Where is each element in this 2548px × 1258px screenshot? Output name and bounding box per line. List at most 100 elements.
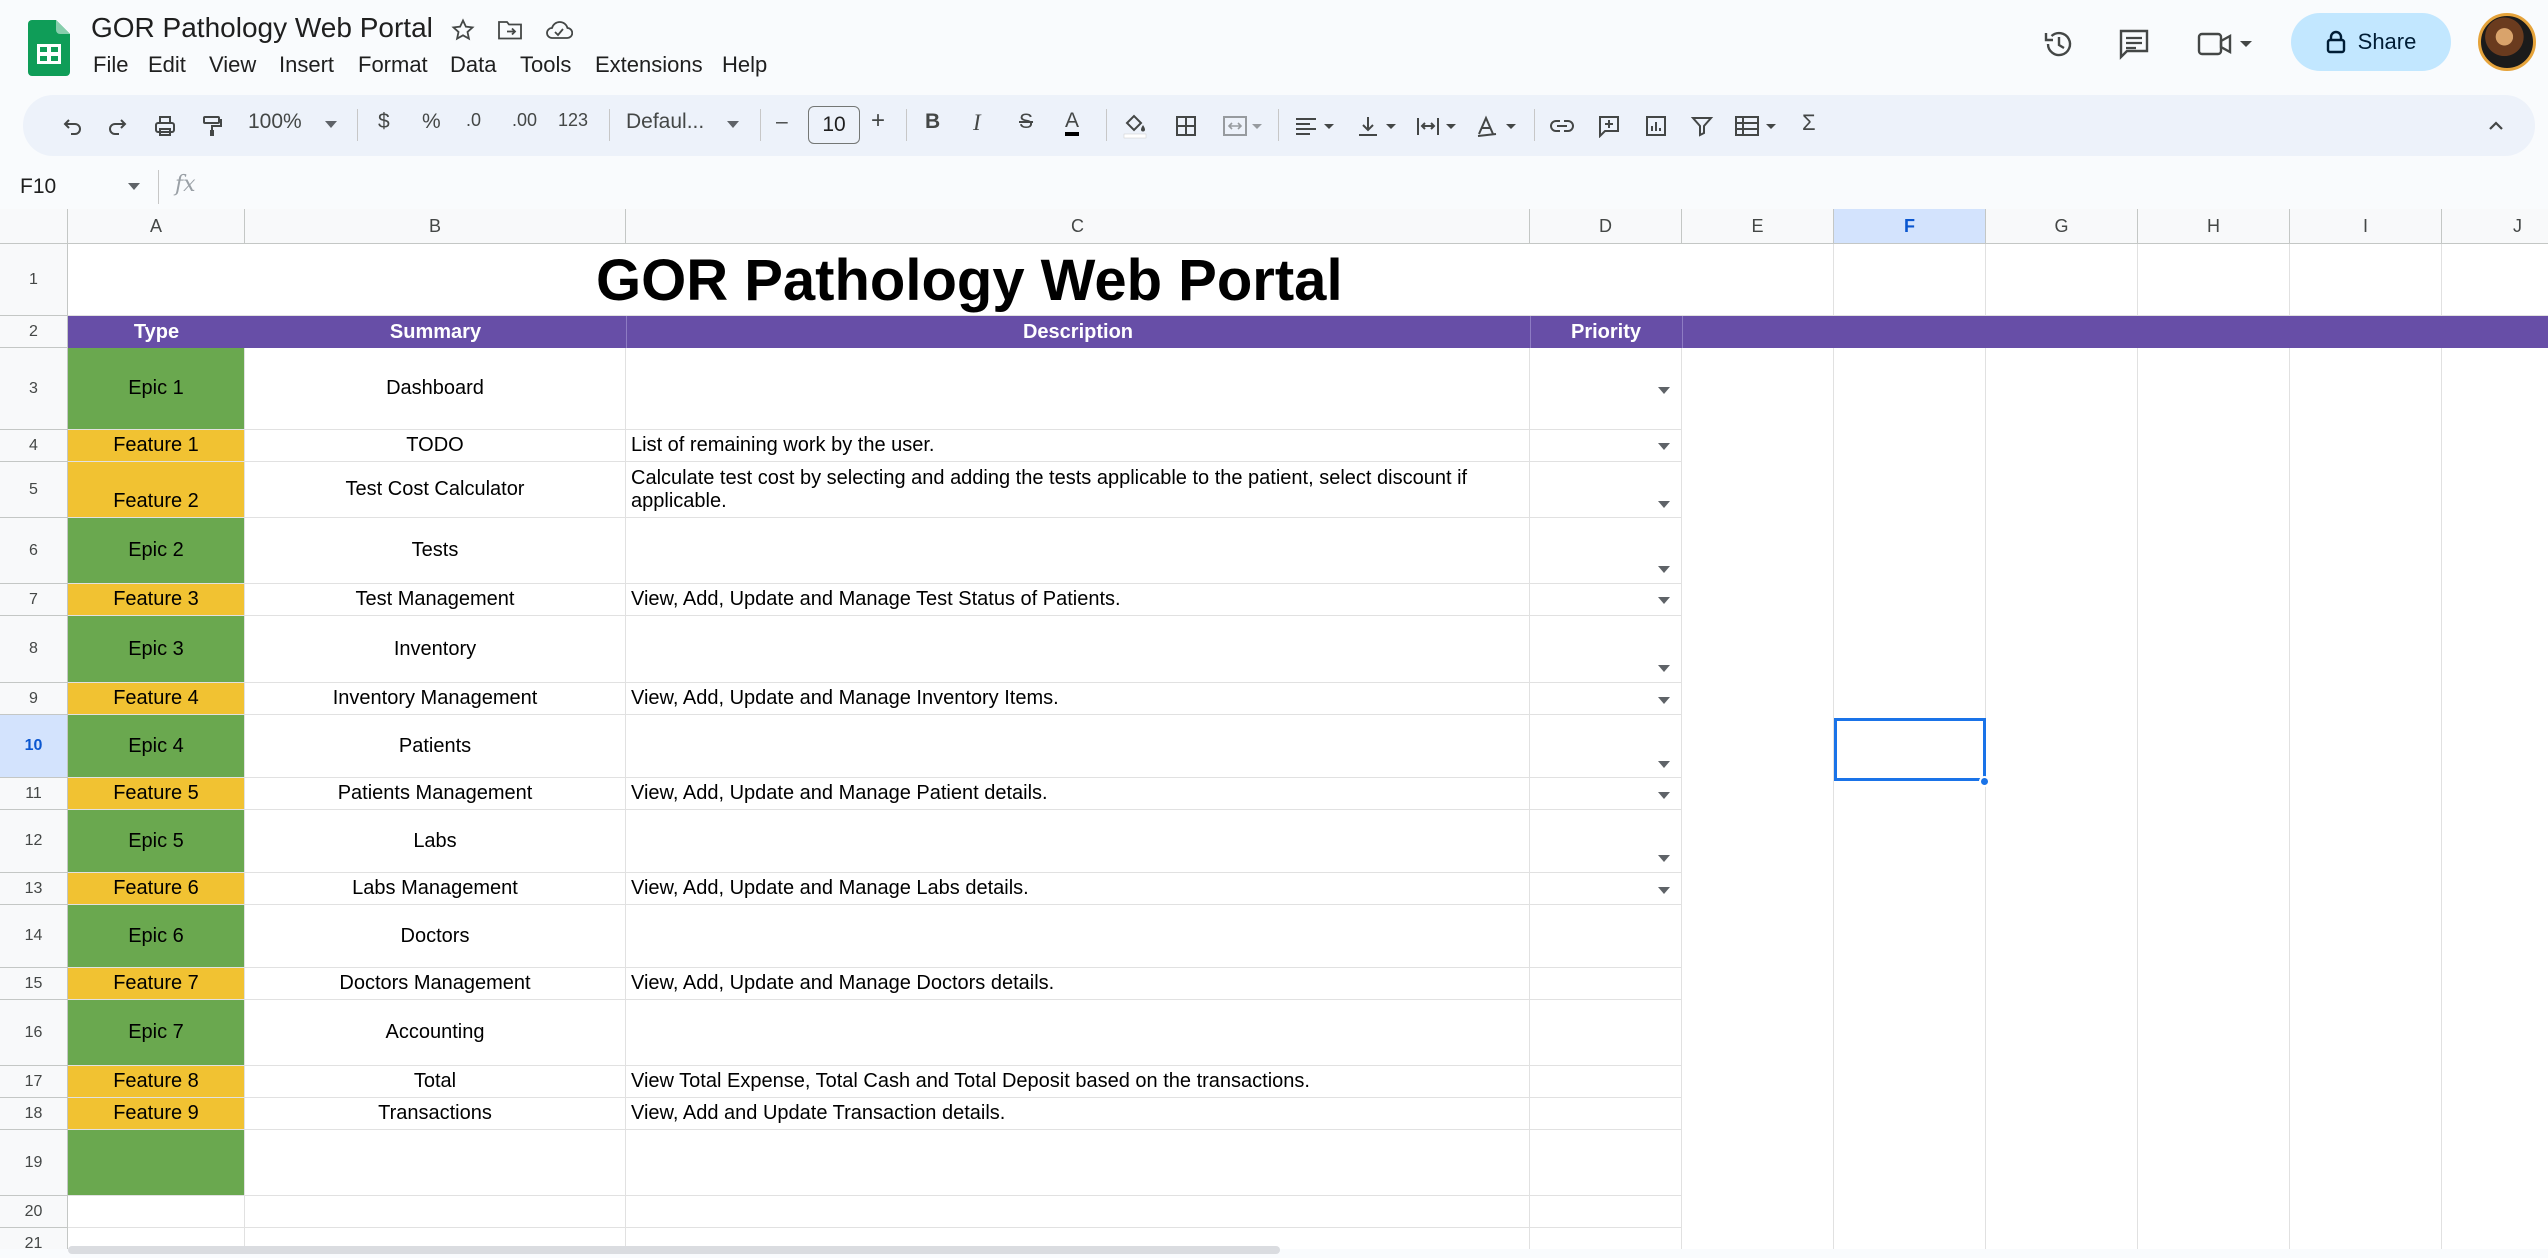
functions-button[interactable]: Σ — [1802, 110, 1816, 136]
comments-icon[interactable] — [2115, 25, 2153, 63]
currency-format-button[interactable]: $ — [378, 110, 390, 134]
column-header-f[interactable]: F — [1834, 209, 1986, 244]
history-icon[interactable] — [2040, 25, 2078, 63]
description-cell[interactable] — [626, 715, 1530, 778]
row-header[interactable]: 17 — [0, 1066, 68, 1098]
merge-cells-icon[interactable] — [1220, 112, 1264, 140]
summary-cell[interactable]: Inventory — [245, 616, 626, 683]
dropdown-arrow-icon[interactable] — [1658, 501, 1670, 508]
description-cell[interactable]: View, Add, Update and Manage Doctors det… — [626, 968, 1530, 1000]
summary-cell[interactable]: Patients Management — [245, 778, 626, 810]
zoom-select[interactable]: 100% — [248, 110, 302, 134]
type-cell[interactable]: Epic 7 — [68, 1000, 245, 1066]
type-cell[interactable]: Feature 8 — [68, 1066, 245, 1098]
document-title[interactable]: GOR Pathology Web Portal — [91, 12, 433, 44]
priority-dropdown[interactable] — [1530, 715, 1682, 778]
chevron-down-icon[interactable] — [727, 121, 739, 128]
cell[interactable] — [1986, 244, 2138, 316]
link-icon[interactable] — [1548, 112, 1576, 140]
description-cell[interactable]: List of remaining work by the user. — [626, 430, 1530, 462]
priority-dropdown[interactable] — [1530, 462, 1682, 518]
priority-cell[interactable] — [1530, 1000, 1682, 1066]
summary-cell[interactable] — [245, 1130, 626, 1196]
column-header-a[interactable]: A — [68, 209, 245, 244]
font-family-select[interactable]: Defaul... — [626, 110, 704, 134]
description-cell[interactable] — [626, 518, 1530, 584]
menu-edit[interactable]: Edit — [148, 52, 186, 78]
description-cell[interactable] — [626, 348, 1530, 430]
row-header[interactable]: 7 — [0, 584, 68, 616]
type-cell[interactable]: Feature 1 — [68, 430, 245, 462]
description-cell[interactable] — [626, 616, 1530, 683]
description-cell[interactable]: Calculate test cost by selecting and add… — [626, 462, 1530, 518]
type-cell[interactable]: Feature 7 — [68, 968, 245, 1000]
type-cell[interactable]: Epic 4 — [68, 715, 245, 778]
chart-icon[interactable] — [1642, 112, 1670, 140]
dropdown-arrow-icon[interactable] — [1658, 855, 1670, 862]
share-button[interactable]: Share — [2291, 13, 2451, 71]
row-header[interactable]: 2 — [0, 316, 68, 348]
menu-tools[interactable]: Tools — [520, 52, 571, 78]
dropdown-arrow-icon[interactable] — [1658, 792, 1670, 799]
valign-bottom-icon[interactable] — [1354, 112, 1402, 140]
description-cell[interactable]: View, Add, Update and Manage Patient det… — [626, 778, 1530, 810]
type-cell[interactable]: Feature 4 — [68, 683, 245, 715]
italic-button[interactable]: I — [973, 110, 981, 136]
description-cell[interactable]: View, Add and Update Transaction details… — [626, 1098, 1530, 1130]
summary-cell[interactable]: Dashboard — [245, 348, 626, 430]
column-header-j[interactable]: J — [2442, 209, 2548, 244]
align-left-icon[interactable] — [1292, 112, 1340, 140]
row-header[interactable]: 4 — [0, 430, 68, 462]
priority-cell[interactable] — [1530, 968, 1682, 1000]
column-header-h[interactable]: H — [2138, 209, 2290, 244]
row-header[interactable]: 13 — [0, 873, 68, 905]
summary-cell[interactable]: Test Management — [245, 584, 626, 616]
summary-cell[interactable]: Labs Management — [245, 873, 626, 905]
header-summary[interactable]: Summary — [245, 316, 626, 348]
cell[interactable] — [1530, 1196, 1682, 1228]
column-f-cells[interactable] — [1834, 348, 1986, 1249]
column-header-b[interactable]: B — [245, 209, 626, 244]
selected-cell-f10[interactable] — [1834, 718, 1986, 781]
collapse-toolbar-icon[interactable] — [2482, 112, 2510, 140]
type-cell[interactable]: Epic 6 — [68, 905, 245, 968]
summary-cell[interactable]: Labs — [245, 810, 626, 873]
header-description[interactable]: Description — [626, 316, 1530, 348]
row-header[interactable]: 6 — [0, 518, 68, 584]
row-header[interactable]: 5 — [0, 462, 68, 518]
summary-cell[interactable]: Doctors Management — [245, 968, 626, 1000]
header-type[interactable]: Type — [68, 316, 245, 348]
column-h-cells[interactable] — [2138, 348, 2290, 1249]
text-rotate-icon[interactable] — [1474, 112, 1522, 140]
cell[interactable] — [2442, 244, 2548, 316]
row-header[interactable]: 8 — [0, 616, 68, 683]
dropdown-arrow-icon[interactable] — [1658, 443, 1670, 450]
dropdown-arrow-icon[interactable] — [1658, 597, 1670, 604]
row-header[interactable]: 11 — [0, 778, 68, 810]
column-i-cells[interactable] — [2290, 348, 2442, 1249]
type-cell[interactable]: Feature 2 — [68, 462, 245, 518]
horizontal-scrollbar[interactable] — [68, 1246, 1280, 1254]
column-g-cells[interactable] — [1986, 348, 2138, 1249]
description-cell[interactable] — [626, 810, 1530, 873]
text-color-button[interactable]: A — [1065, 110, 1080, 136]
row-header[interactable]: 21 — [0, 1228, 68, 1249]
cell[interactable] — [2138, 244, 2290, 316]
row-header[interactable]: 10 — [0, 715, 68, 778]
strikethrough-button[interactable]: S — [1019, 110, 1033, 134]
description-cell[interactable] — [626, 1000, 1530, 1066]
summary-cell[interactable]: Total — [245, 1066, 626, 1098]
cell[interactable] — [2290, 244, 2442, 316]
row-header[interactable]: 14 — [0, 905, 68, 968]
dropdown-arrow-icon[interactable] — [1658, 665, 1670, 672]
cell[interactable] — [68, 1196, 245, 1228]
menu-extensions[interactable]: Extensions — [595, 52, 703, 78]
star-icon[interactable] — [450, 17, 476, 43]
priority-cell[interactable] — [1530, 905, 1682, 968]
summary-cell[interactable]: Transactions — [245, 1098, 626, 1130]
chevron-down-icon[interactable] — [128, 183, 140, 190]
column-header-i[interactable]: I — [2290, 209, 2442, 244]
column-header-g[interactable]: G — [1986, 209, 2138, 244]
redo-icon[interactable] — [104, 112, 132, 140]
summary-cell[interactable]: Inventory Management — [245, 683, 626, 715]
